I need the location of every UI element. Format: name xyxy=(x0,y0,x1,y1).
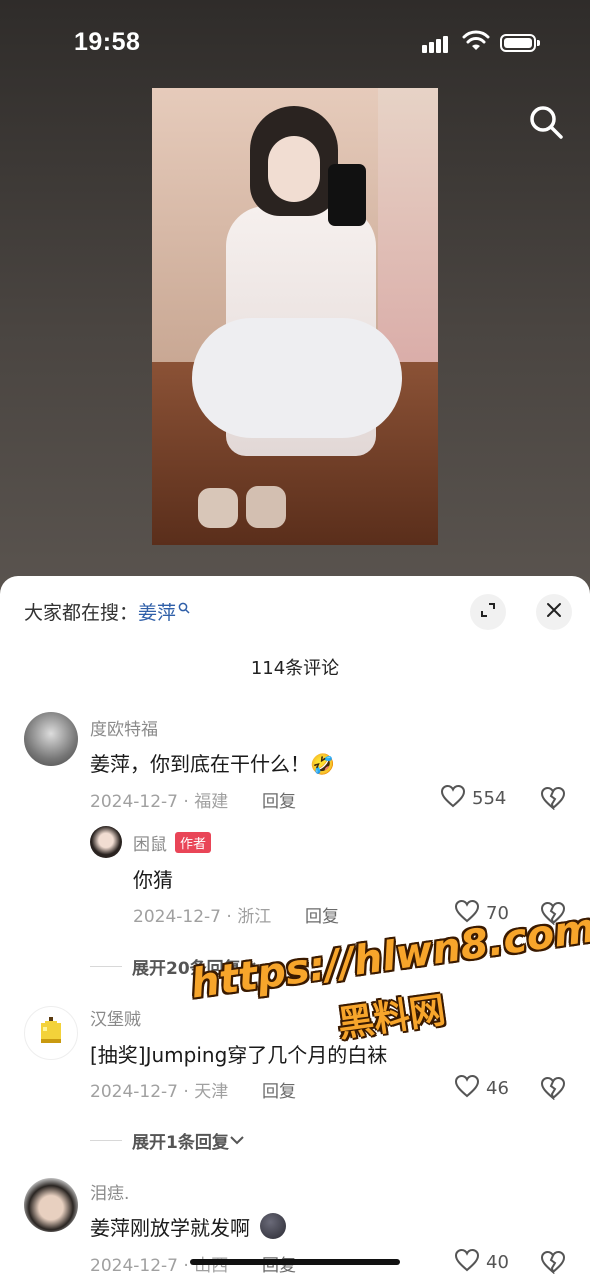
broken-heart-icon xyxy=(540,786,566,814)
comment-date-location: 2024-12-7 · 天津 xyxy=(90,1082,229,1102)
broken-heart-icon xyxy=(540,901,566,929)
signal-icon xyxy=(422,34,450,53)
photo-face xyxy=(268,136,320,202)
comment-username[interactable]: 度欧特福 xyxy=(90,715,158,740)
heart-icon xyxy=(454,899,486,928)
like-button[interactable]: 40 xyxy=(454,1248,509,1277)
comment-username[interactable]: 汉堡贼 xyxy=(90,1005,141,1030)
comment-username[interactable]: 困鼠 作者 xyxy=(133,830,212,855)
photo-shoe xyxy=(246,486,286,528)
reply-username[interactable]: 困鼠 xyxy=(133,835,167,855)
dislike-button[interactable] xyxy=(540,901,566,929)
comment-text: [抽奖]Jumping穿了几个月的白袜 xyxy=(90,1043,388,1067)
like-button[interactable]: 70 xyxy=(454,899,509,928)
avatar[interactable] xyxy=(24,1006,78,1060)
avatar[interactable] xyxy=(24,1178,78,1232)
comment-text-content: 姜萍刚放学就发啊 xyxy=(90,1216,250,1240)
status-time: 19:58 xyxy=(74,28,141,56)
chevron-down-icon xyxy=(229,1131,245,1151)
photo-phone xyxy=(328,164,366,226)
close-button[interactable] xyxy=(536,594,572,630)
comment-text: 你猜 xyxy=(133,868,173,892)
comment-count: 114条评论 xyxy=(250,658,340,679)
divider xyxy=(90,966,122,967)
avatar[interactable] xyxy=(24,712,78,766)
reply-button[interactable]: 回复 xyxy=(262,787,296,812)
like-count: 554 xyxy=(472,788,507,809)
broken-heart-icon xyxy=(540,1250,566,1278)
expand-replies-button[interactable]: 展开1条回复 xyxy=(90,1128,245,1153)
comment-date-location: 2024-12-7 · 浙江 xyxy=(133,907,272,927)
comment-date-location: 2024-12-7 · 福建 xyxy=(90,792,229,812)
photo-legs xyxy=(192,318,402,438)
dislike-button[interactable] xyxy=(540,1076,566,1104)
post-photo[interactable] xyxy=(152,88,438,545)
heart-icon xyxy=(454,1074,486,1103)
golden-apple-icon xyxy=(35,1015,67,1051)
trending-search-prefix: 大家都在搜： xyxy=(24,602,139,624)
battery-icon xyxy=(500,34,540,52)
like-count: 46 xyxy=(486,1078,509,1099)
comment-text: 姜萍刚放学就发啊 xyxy=(90,1212,287,1241)
dislike-button[interactable] xyxy=(540,786,566,814)
expand-icon xyxy=(480,602,496,622)
home-indicator[interactable] xyxy=(190,1259,400,1265)
status-bar: 19:58 xyxy=(0,0,590,88)
avatar[interactable] xyxy=(90,826,122,858)
author-badge: 作者 xyxy=(175,832,212,853)
search-icon[interactable] xyxy=(528,104,564,144)
like-count: 70 xyxy=(486,903,509,924)
dislike-button[interactable] xyxy=(540,1250,566,1278)
expand-replies-label: 展开1条回复 xyxy=(132,1133,229,1153)
heart-icon xyxy=(454,1248,486,1277)
trending-search-keyword[interactable]: 姜萍 xyxy=(138,598,176,625)
divider xyxy=(90,1140,122,1141)
search-icon xyxy=(178,597,190,619)
photo-shoe xyxy=(198,488,238,528)
trending-search[interactable]: 大家都在搜： 姜萍 xyxy=(24,598,190,625)
expand-replies-label: 展开20条回复 xyxy=(132,959,241,979)
wifi-icon xyxy=(462,30,490,56)
heart-icon xyxy=(440,784,472,813)
comment-username[interactable]: 泪痣. xyxy=(90,1179,129,1204)
comments-sheet: 大家都在搜： 姜萍 114条评论 度欧特福 姜萍，你到底在干什么！🤣 2024-… xyxy=(0,576,590,1280)
emoji-icon xyxy=(260,1213,287,1239)
expand-replies-button[interactable]: 展开20条回复 xyxy=(90,954,257,979)
reply-button[interactable]: 回复 xyxy=(262,1077,296,1102)
broken-heart-icon xyxy=(540,1076,566,1104)
expand-button[interactable] xyxy=(470,594,506,630)
like-button[interactable]: 554 xyxy=(440,784,506,813)
like-button[interactable]: 46 xyxy=(454,1074,509,1103)
reply-button[interactable]: 回复 xyxy=(305,902,339,927)
like-count: 40 xyxy=(486,1252,509,1273)
comment-text: 姜萍，你到底在干什么！🤣 xyxy=(90,752,335,776)
close-icon xyxy=(546,602,562,622)
chevron-down-icon xyxy=(241,957,257,977)
